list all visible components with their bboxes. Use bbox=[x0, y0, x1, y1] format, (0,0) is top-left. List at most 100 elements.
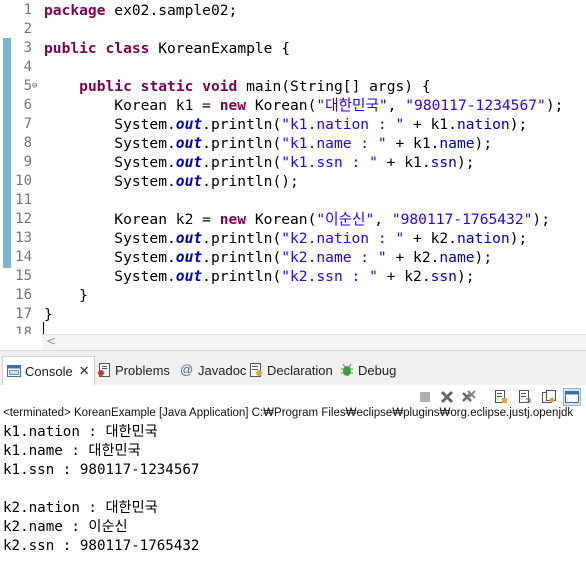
tab-label: Javadoc bbox=[198, 362, 247, 378]
code-token: new bbox=[219, 211, 247, 228]
code-line: System.out.println(); bbox=[44, 172, 299, 191]
code-editor[interactable]: 1 2 3 4 5 6 7 8 9 10 11 12 13 14 15 16 17 18 ⊖ package ex0… bbox=[0, 0, 586, 334]
line-number: 14 bbox=[15, 249, 32, 265]
at-icon: @ bbox=[180, 362, 194, 377]
pin-console-icon[interactable] bbox=[540, 388, 558, 406]
code-token: System. bbox=[44, 173, 176, 190]
declaration-icon bbox=[249, 363, 263, 377]
line-number: 8 bbox=[23, 135, 32, 151]
code-token: .println( bbox=[202, 135, 282, 152]
close-icon[interactable]: ✕ bbox=[79, 363, 90, 379]
code-token: System. bbox=[44, 116, 176, 133]
code-token: package bbox=[44, 2, 106, 19]
code-token: "대한민국" bbox=[316, 97, 388, 114]
fold-collapse-icon[interactable]: ⊖ bbox=[32, 77, 37, 96]
console-view: Console ✕ Problems @ Javadoc Declaration… bbox=[0, 350, 586, 579]
tab-label: Problems bbox=[115, 362, 170, 378]
code-token: .println(); bbox=[202, 173, 299, 190]
tab-declaration[interactable]: Declaration bbox=[249, 357, 333, 383]
tab-debug[interactable]: Debug bbox=[340, 357, 396, 383]
horizontal-scrollbar[interactable]: < bbox=[42, 334, 586, 350]
line-number: 11 bbox=[15, 192, 32, 208]
scroll-lock-icon[interactable] bbox=[492, 388, 510, 406]
line-number: 10 bbox=[15, 173, 32, 189]
code-token: , bbox=[374, 211, 392, 228]
code-line: System.out.println("k2.nation : " + k2.n… bbox=[44, 229, 527, 248]
code-line: Korean k2 = new Korean("이순신", "980117-17… bbox=[44, 210, 550, 229]
code-token: .println( bbox=[202, 230, 282, 247]
code-token: "980117-1234567" bbox=[405, 97, 546, 114]
code-token: .println( bbox=[202, 116, 282, 133]
console-output-line: k1.nation : 대한민국 bbox=[3, 424, 158, 440]
console-output-line: k2.ssn : 980117-1765432 bbox=[3, 538, 200, 554]
code-token: System. bbox=[44, 154, 176, 171]
code-token: .println( bbox=[202, 268, 282, 285]
code-token: Korean( bbox=[246, 211, 317, 228]
line-number: 13 bbox=[15, 230, 32, 246]
line-number: 2 bbox=[23, 21, 32, 37]
word-wrap-icon[interactable] bbox=[516, 388, 534, 406]
code-token: name bbox=[439, 135, 475, 152]
line-number: 18 bbox=[15, 325, 32, 334]
line-number: 6 bbox=[23, 97, 32, 113]
code-token: .println( bbox=[202, 249, 282, 266]
tab-javadoc[interactable]: @ Javadoc bbox=[180, 357, 246, 383]
line-number: 7 bbox=[23, 116, 32, 132]
code-line: System.out.println("k1.nation : " + k1.n… bbox=[44, 115, 527, 134]
code-token: "k1.nation : " bbox=[281, 116, 405, 133]
code-token: + k2. bbox=[386, 249, 440, 266]
code-token: , bbox=[387, 97, 406, 114]
display-selected-console-icon[interactable] bbox=[563, 388, 581, 406]
code-line: System.out.println("k2.name : " + k2.nam… bbox=[44, 248, 492, 267]
code-token: ); bbox=[532, 211, 550, 228]
code-token: nation bbox=[456, 116, 510, 133]
code-token: "k2.name : " bbox=[281, 249, 387, 266]
code-token: System. bbox=[44, 249, 176, 266]
line-number: 5 bbox=[23, 78, 32, 94]
tab-label: Debug bbox=[358, 362, 397, 378]
console-icon bbox=[7, 364, 21, 378]
code-line: } bbox=[44, 305, 53, 324]
code-token: KoreanExample { bbox=[149, 40, 291, 57]
code-token: "k2.ssn : " bbox=[281, 268, 378, 285]
problems-icon bbox=[97, 363, 111, 377]
code-line: package ex02.sample02; bbox=[44, 1, 237, 20]
remove-all-terminated-icon[interactable] bbox=[460, 388, 478, 406]
code-token: public bbox=[44, 40, 97, 57]
console-output-line: k2.name : 이순신 bbox=[3, 519, 128, 535]
ruler-change-mark bbox=[3, 38, 11, 268]
code-token: out bbox=[175, 268, 203, 285]
code-line: public class KoreanExample { bbox=[44, 39, 290, 58]
line-number: 12 bbox=[15, 211, 32, 227]
remove-launch-icon[interactable] bbox=[438, 388, 456, 406]
scroll-left-arrow-icon[interactable]: < bbox=[46, 334, 56, 348]
code-token: void bbox=[202, 78, 238, 95]
code-token: ); bbox=[509, 230, 528, 247]
code-token: Korean k1 = bbox=[44, 97, 220, 114]
tab-label: Console bbox=[25, 363, 73, 379]
code-token: + k1. bbox=[377, 154, 431, 171]
code-token: ); bbox=[509, 116, 528, 133]
code-token: ); bbox=[456, 154, 475, 171]
code-token: + k1. bbox=[404, 116, 457, 133]
code-token: "k1.ssn : " bbox=[281, 154, 378, 171]
console-output-line: k1.ssn : 980117-1234567 bbox=[3, 462, 200, 478]
code-token: out bbox=[175, 230, 203, 247]
tab-console[interactable]: Console ✕ bbox=[2, 356, 95, 385]
tab-problems[interactable]: Problems bbox=[97, 357, 170, 383]
code-token: .println( bbox=[202, 154, 282, 171]
code-token: System. bbox=[44, 230, 176, 247]
console-status-line: <terminated> KoreanExample [Java Applica… bbox=[3, 407, 574, 419]
code-token: System. bbox=[44, 268, 176, 285]
code-token: "k1.name : " bbox=[281, 135, 387, 152]
code-line: Korean k1 = new Korean("대한민국", "980117-1… bbox=[44, 96, 563, 115]
line-number: 15 bbox=[15, 268, 32, 284]
code-token: out bbox=[175, 173, 203, 190]
terminate-icon[interactable] bbox=[416, 388, 434, 406]
code-token: + k2. bbox=[377, 268, 431, 285]
line-number: 3 bbox=[23, 40, 32, 56]
